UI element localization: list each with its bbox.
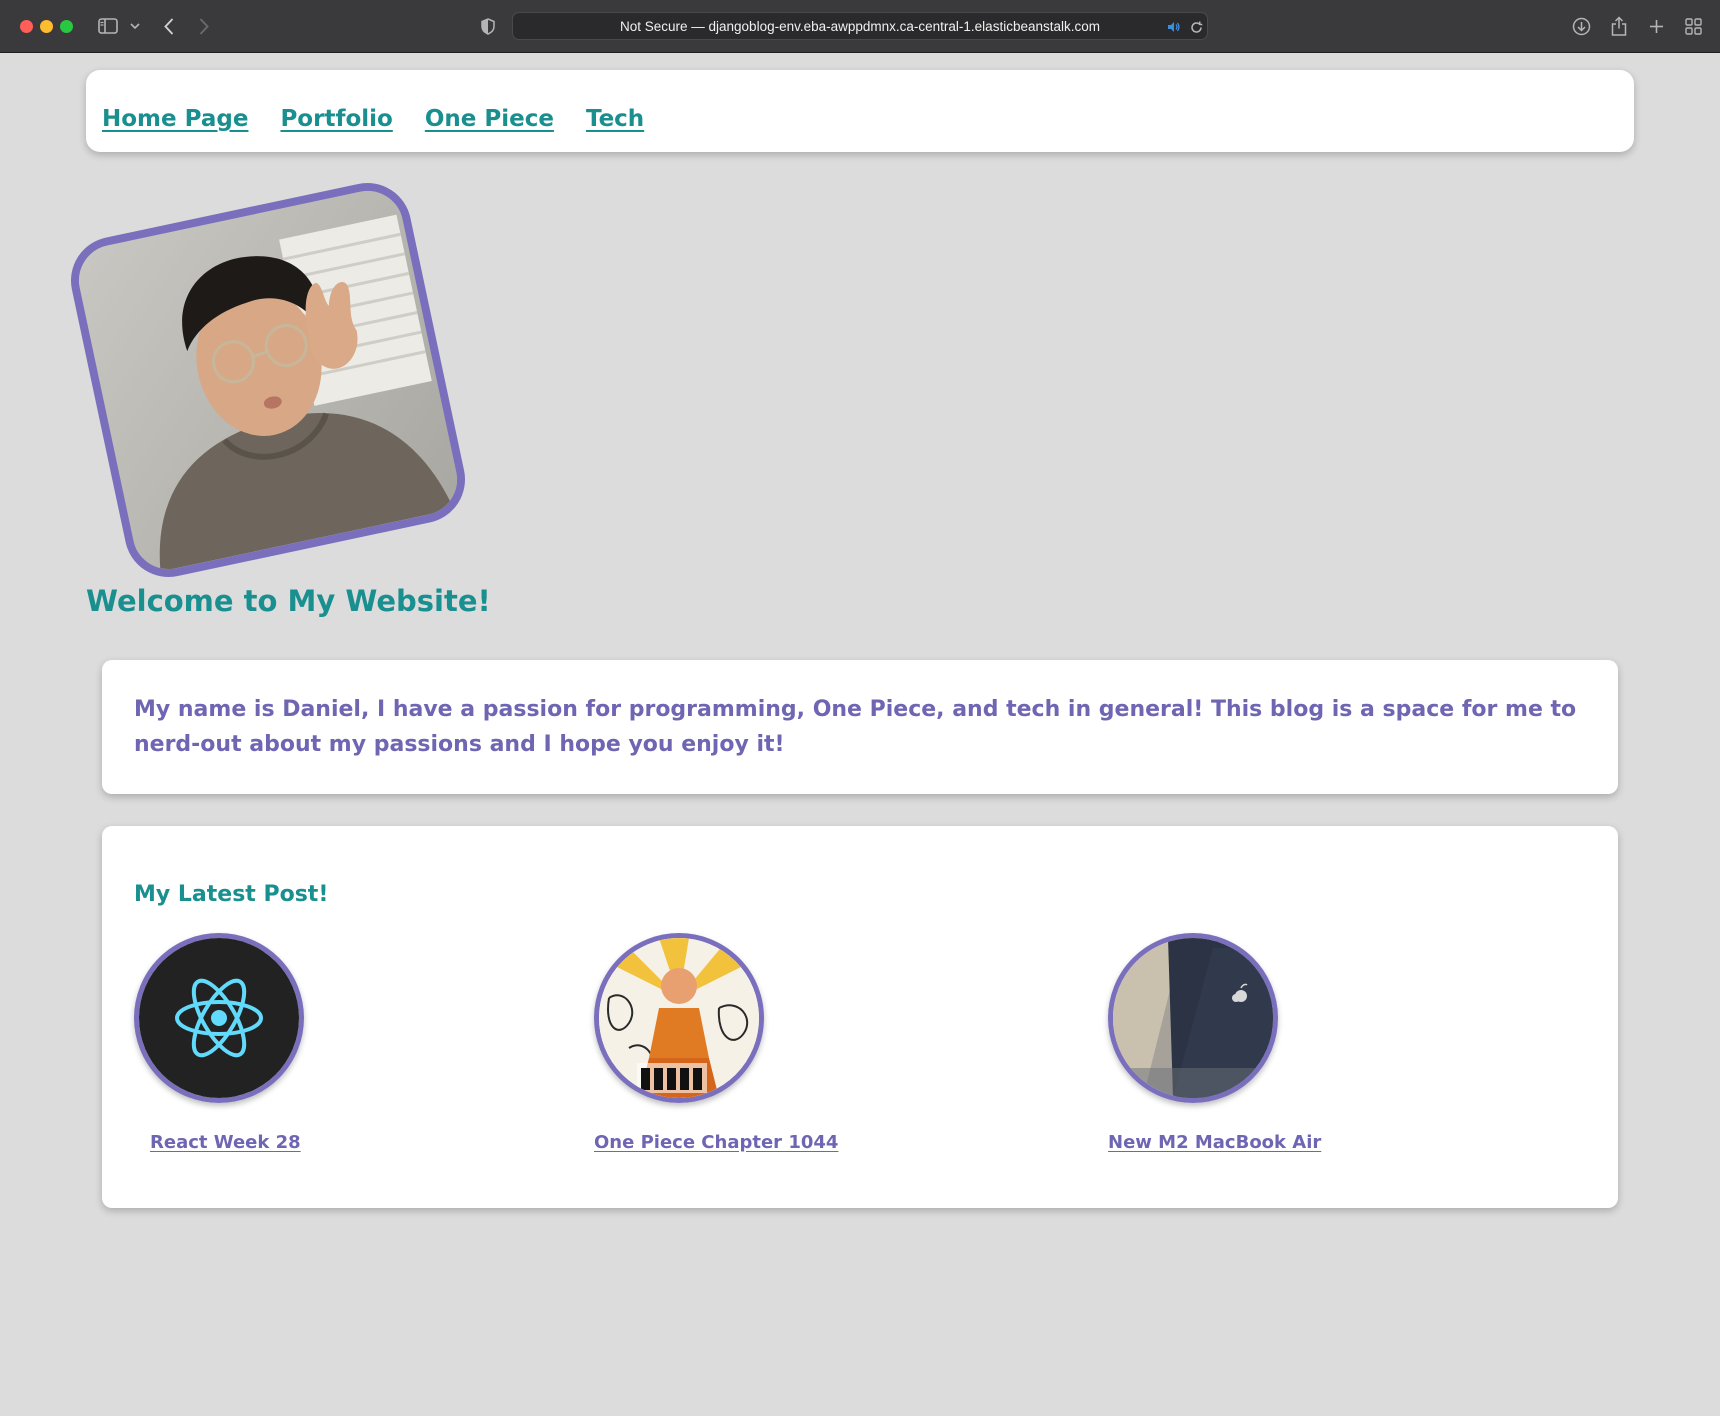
post-link-m2-macbook-air[interactable]: New M2 MacBook Air: [1108, 1132, 1321, 1153]
manga-panel-image: [599, 938, 759, 1098]
back-icon[interactable]: [160, 14, 178, 38]
browser-toolbar: Not Secure — djangoblog-env.eba-awppdmnx…: [0, 0, 1720, 53]
url-text: Not Secure — djangoblog-env.eba-awppdmnx…: [619, 19, 1100, 34]
profile-photo: [62, 174, 474, 586]
address-bar[interactable]: Not Secure — djangoblog-env.eba-awppdmnx…: [512, 12, 1208, 40]
reload-icon[interactable]: [1189, 18, 1203, 36]
sidebar-icon[interactable]: [97, 14, 119, 38]
post-link-react-week-28[interactable]: React Week 28: [150, 1132, 301, 1153]
close-window-button[interactable]: [20, 20, 33, 33]
react-logo-icon: [139, 938, 299, 1098]
forward-icon[interactable]: [195, 14, 213, 38]
tab-overview-icon[interactable]: [1683, 14, 1703, 38]
welcome-heading: Welcome to My Website!: [86, 584, 491, 618]
macbook-image: [1113, 938, 1273, 1098]
share-icon[interactable]: [1609, 14, 1629, 38]
new-tab-icon[interactable]: [1646, 14, 1666, 38]
nav-link-tech[interactable]: Tech: [586, 106, 644, 132]
about-text: My name is Daniel, I have a passion for …: [134, 697, 1577, 757]
nav-links: Home Page Portfolio One Piece Tech: [102, 106, 644, 132]
nav-bar: Home Page Portfolio One Piece Tech: [86, 70, 1634, 152]
download-icon[interactable]: [1571, 14, 1591, 38]
latest-posts-card: My Latest Post! React Week 28 One Piece …: [102, 826, 1618, 1208]
nav-link-one-piece[interactable]: One Piece: [425, 106, 554, 132]
react-post-thumbnail[interactable]: [134, 933, 304, 1103]
shield-icon[interactable]: [479, 14, 497, 38]
nav-link-home[interactable]: Home Page: [102, 106, 248, 132]
latest-posts-title: My Latest Post!: [134, 882, 329, 907]
macbook-post-thumbnail[interactable]: [1108, 933, 1278, 1103]
chevron-down-icon[interactable]: [128, 14, 142, 38]
post-link-one-piece-1044[interactable]: One Piece Chapter 1044: [594, 1132, 838, 1153]
one-piece-post-thumbnail[interactable]: [594, 933, 764, 1103]
zoom-window-button[interactable]: [60, 20, 73, 33]
nav-link-portfolio[interactable]: Portfolio: [280, 106, 392, 132]
speaker-icon[interactable]: [1167, 18, 1181, 36]
minimize-window-button[interactable]: [40, 20, 53, 33]
about-card: My name is Daniel, I have a passion for …: [102, 660, 1618, 794]
